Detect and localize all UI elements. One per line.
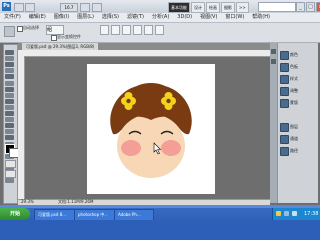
quick-mask-icon[interactable] — [5, 160, 16, 168]
taskbar-lower-area — [0, 220, 320, 240]
menu-file[interactable]: 文件(F) — [0, 13, 25, 22]
panel-5-icon — [280, 123, 289, 132]
align-bottom-icon[interactable] — [122, 25, 131, 35]
menu-view[interactable]: 视图(V) — [196, 13, 221, 22]
align-top-icon[interactable] — [100, 25, 109, 35]
eraser-icon[interactable] — [5, 111, 14, 116]
auto-select-label: 自动选择 — [23, 25, 39, 30]
menu-help[interactable]: 帮助(H) — [248, 13, 274, 22]
panel-7-icon — [280, 147, 289, 156]
workspace-essentials-button[interactable]: 基本功能 — [168, 2, 190, 13]
panel-label: 路径 — [290, 148, 298, 153]
document-canvas[interactable] — [87, 64, 215, 194]
panel-item-2[interactable]: 样式 — [280, 75, 316, 84]
taskbar-clock[interactable]: 17:38 — [304, 208, 318, 220]
menu-edit[interactable]: 编辑(E) — [25, 13, 50, 22]
align-vcenter-icon[interactable] — [111, 25, 120, 35]
dodge-tool-icon[interactable] — [5, 129, 14, 135]
menu-image[interactable]: 图像(I) — [50, 13, 73, 22]
workspace-more-button[interactable]: >> — [236, 2, 249, 13]
vertical-ruler[interactable] — [18, 56, 25, 199]
crop-tool-icon[interactable] — [5, 74, 14, 80]
panel-6-icon — [280, 135, 289, 144]
collapsed-panel-strip — [270, 43, 277, 203]
align-hcenter-icon[interactable] — [144, 25, 153, 35]
pen-tool-icon[interactable] — [5, 135, 14, 141]
screen-mode-icon[interactable] — [5, 170, 16, 178]
mini-bridge-button[interactable] — [25, 3, 35, 12]
panel-label: 色板 — [290, 64, 298, 69]
maximize-button[interactable]: □ — [306, 2, 315, 12]
menu-layer[interactable]: 图层(L) — [73, 13, 98, 22]
menu-select[interactable]: 选择(S) — [98, 13, 123, 22]
panel-label: 样式 — [290, 76, 298, 81]
panel-item-6[interactable]: 通道 — [280, 135, 316, 144]
panels-dock: 颜色色板样式调整蒙版图层通道路径 — [277, 43, 318, 203]
close-button[interactable]: × — [316, 2, 320, 12]
cartoon-girl-illustration — [110, 83, 192, 178]
history-panel-icon[interactable] — [271, 49, 276, 54]
panel-0-icon — [280, 51, 289, 60]
zoom-tool-icon[interactable] — [5, 178, 14, 184]
healing-brush-icon[interactable] — [5, 86, 14, 92]
workspace-painting-button[interactable]: 绘画 — [206, 2, 220, 13]
menu-analysis[interactable]: 分析(A) — [148, 13, 173, 22]
quick-select-icon[interactable] — [5, 68, 14, 74]
workspace-switcher: 基本功能 设计 绘画 摄影 >> — [168, 2, 249, 13]
panel-item-3[interactable]: 调整 — [280, 87, 316, 96]
bridge-button[interactable] — [14, 3, 24, 12]
history-brush-icon[interactable] — [5, 104, 14, 110]
clone-stamp-icon[interactable] — [5, 98, 14, 104]
panel-item-7[interactable]: 路径 — [280, 147, 316, 156]
panel-item-5[interactable]: 图层 — [280, 123, 316, 132]
tray-network-icon[interactable] — [284, 211, 289, 216]
menu-window[interactable]: 窗口(W) — [221, 13, 248, 22]
cs-live-search-field[interactable] — [258, 2, 296, 12]
panel-item-0[interactable]: 颜色 — [280, 51, 316, 60]
eyedropper-icon[interactable] — [5, 80, 14, 86]
move-tool-preset-icon[interactable] — [4, 26, 15, 37]
panel-label: 通道 — [290, 136, 298, 141]
minimize-button[interactable]: _ — [296, 2, 305, 12]
workspace-photography-button[interactable]: 摄影 — [221, 2, 235, 13]
align-right-icon[interactable] — [155, 25, 164, 35]
hand-tool-button[interactable] — [80, 3, 90, 12]
workspace-design-button[interactable]: 设计 — [191, 2, 205, 13]
tray-ime-icon[interactable] — [276, 211, 281, 216]
start-button[interactable]: 开始 — [0, 208, 30, 220]
panel-label: 图层 — [290, 124, 298, 129]
align-buttons — [100, 25, 164, 35]
panel-4-icon — [280, 99, 289, 108]
panel-label: 蒙版 — [290, 100, 298, 105]
menu-bar: 文件(F) 编辑(E) 图像(I) 图层(L) 选择(S) 滤镜(T) 分析(A) 3D(D)… — [0, 13, 320, 23]
left-blush — [121, 140, 141, 156]
horizontal-ruler[interactable] — [18, 50, 270, 57]
photoshop-logo-icon: Ps — [2, 2, 11, 11]
panel-label: 调整 — [290, 88, 298, 93]
panel-item-4[interactable]: 蒙版 — [280, 99, 316, 108]
menu-3d[interactable]: 3D(D) — [173, 13, 196, 22]
panel-1-icon — [280, 63, 289, 72]
right-blush — [161, 140, 181, 156]
properties-panel-icon[interactable] — [271, 59, 276, 64]
document-tab[interactable]: 可爱版.psd @ 29.3%(图层3, RGB/8) — [22, 43, 99, 50]
panel-3-icon — [280, 87, 289, 96]
menu-filter[interactable]: 滤镜(T) — [123, 13, 148, 22]
blur-tool-icon[interactable] — [5, 123, 14, 129]
arrange-documents-button[interactable] — [92, 3, 102, 12]
show-transform-controls-label: 显示变换控件 — [57, 34, 81, 39]
panel-label: 颜色 — [290, 52, 298, 57]
panel-2-icon — [280, 75, 289, 84]
panel-item-1[interactable]: 色板 — [280, 63, 316, 72]
align-left-icon[interactable] — [133, 25, 142, 35]
lasso-tool-icon[interactable] — [5, 62, 14, 68]
gradient-tool-icon[interactable] — [5, 117, 14, 123]
move-tool-icon[interactable] — [5, 50, 14, 55]
tray-volume-icon[interactable] — [292, 211, 297, 216]
zoom-level-field[interactable]: 16.7 — [60, 3, 78, 12]
brush-tool-icon[interactable] — [5, 92, 14, 98]
marquee-tool-icon[interactable] — [5, 56, 14, 62]
window-controls: _ □ × — [296, 2, 320, 12]
